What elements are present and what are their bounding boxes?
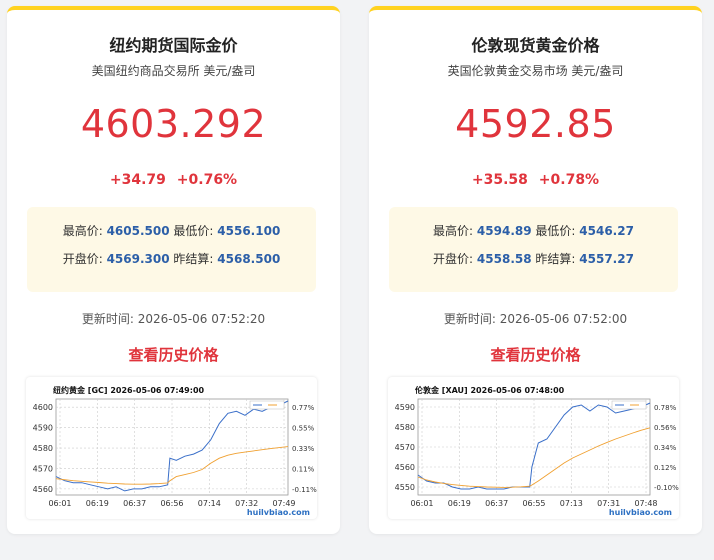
y2-tick-label: 0.33% — [292, 445, 315, 453]
card-london-gold: 伦敦现货黄金价格 英国伦敦黄金交易市场 美元/盎司 4592.85 +35.58… — [369, 6, 702, 534]
y-tick-label: 4570 — [33, 464, 53, 473]
x-tick-label: 07:14 — [198, 499, 221, 508]
y-tick-label: 4550 — [395, 483, 415, 492]
y-tick-label: 4570 — [395, 443, 415, 452]
view-history-link[interactable]: 查看历史价格 — [369, 344, 702, 365]
x-tick-label: 06:01 — [410, 499, 433, 508]
price-stats-box: 最高价: 4594.89 最低价: 4546.27 开盘价: 4558.58 昨… — [389, 207, 678, 292]
y-tick-label: 4580 — [395, 423, 415, 432]
chart-title: 纽约黄金 [GC] 2026-05-06 07:49:00 — [53, 385, 205, 395]
low-value: 4546.27 — [579, 224, 634, 238]
x-tick-label: 07:49 — [272, 499, 295, 508]
stats-row-high-low: 最高价: 4605.500 最低价: 4556.100 — [27, 222, 316, 239]
prev-settle-value: 4557.27 — [579, 252, 634, 266]
y-tick-label: 4560 — [33, 485, 53, 494]
x-tick-label: 06:01 — [48, 499, 71, 508]
high-label: 最高价: — [433, 224, 474, 238]
change-absolute: +34.79 — [109, 172, 166, 188]
y-tick-label: 4590 — [33, 424, 53, 433]
prev-settle-value: 4568.500 — [217, 252, 281, 266]
open-value: 4569.300 — [106, 252, 170, 266]
card-title: 伦敦现货黄金价格 — [471, 36, 600, 55]
y2-tick-label: 0.56% — [654, 424, 677, 432]
high-value: 4605.500 — [106, 224, 170, 238]
low-value: 4556.100 — [217, 224, 281, 238]
update-time: 更新时间: 2026-05-06 07:52:20 — [81, 312, 266, 326]
y-tick-label: 4590 — [395, 403, 415, 412]
y2-tick-label: 0.77% — [292, 404, 315, 412]
prev-settle-label: 昨结算: — [173, 252, 214, 266]
y-tick-label: 4600 — [33, 403, 53, 412]
prev-settle-label: 昨结算: — [535, 252, 576, 266]
card-subtitle: 美国纽约商品交易所 美元/盎司 — [91, 64, 256, 78]
y2-tick-label: -0.10% — [654, 484, 679, 492]
y-tick-label: 4580 — [33, 444, 53, 453]
card-nymex-gold: 纽约期货国际金价 美国纽约商品交易所 美元/盎司 4603.292 +34.79… — [7, 6, 340, 534]
card-subtitle: 英国伦敦黄金交易市场 美元/盎司 — [447, 64, 624, 78]
x-tick-label: 07:31 — [597, 499, 620, 508]
y2-tick-label: 0.34% — [654, 444, 677, 452]
high-label: 最高价: — [62, 224, 103, 238]
x-tick-label: 07:48 — [634, 499, 657, 508]
price-stats-box: 最高价: 4605.500 最低价: 4556.100 开盘价: 4569.30… — [27, 207, 316, 292]
price-change: +35.58 +0.78% — [369, 172, 702, 188]
high-value: 4594.89 — [476, 224, 532, 238]
card-title: 纽约期货国际金价 — [109, 36, 238, 55]
open-label: 开盘价: — [62, 252, 103, 266]
chart-svg: 纽约黄金 [GC] 2026-05-06 07:49:00 huilvbiao.… — [33, 385, 317, 517]
x-tick-label: 06:19 — [86, 499, 109, 508]
chart-watermark: huilvbiao.com — [247, 508, 310, 517]
view-history-link[interactable]: 查看历史价格 — [7, 344, 340, 365]
update-time: 更新时间: 2026-05-06 07:52:00 — [443, 312, 628, 326]
current-price: 4592.85 — [455, 102, 616, 146]
y2-tick-label: -0.11% — [292, 486, 317, 494]
change-absolute: +35.58 — [471, 172, 528, 188]
y2-tick-label: 0.12% — [654, 464, 677, 472]
stats-row-open-prev: 开盘价: 4558.58 昨结算: 4557.27 — [389, 250, 678, 267]
y2-tick-label: 0.11% — [292, 465, 315, 473]
change-percent: +0.76% — [176, 172, 238, 188]
y-tick-label: 4560 — [395, 463, 415, 472]
y2-tick-label: 0.55% — [292, 425, 315, 433]
intraday-chart[interactable]: 伦敦金 [XAU] 2026-05-06 07:48:00 huilvbiao.… — [388, 377, 679, 519]
low-label: 最低价: — [535, 224, 576, 238]
x-tick-label: 07:32 — [235, 499, 258, 508]
low-label: 最低价: — [173, 224, 214, 238]
open-value: 4558.58 — [476, 252, 532, 266]
x-tick-label: 06:56 — [160, 499, 183, 508]
chart-svg: 伦敦金 [XAU] 2026-05-06 07:48:00 huilvbiao.… — [395, 385, 679, 517]
x-tick-label: 06:19 — [448, 499, 471, 508]
current-price: 4603.292 — [80, 102, 267, 146]
chart-title: 伦敦金 [XAU] 2026-05-06 07:48:00 — [415, 385, 565, 395]
x-tick-label: 07:13 — [560, 499, 583, 508]
price-change: +34.79 +0.76% — [7, 172, 340, 188]
open-label: 开盘价: — [433, 252, 474, 266]
x-tick-label: 06:37 — [485, 499, 508, 508]
stats-row-open-prev: 开盘价: 4569.300 昨结算: 4568.500 — [27, 250, 316, 267]
y2-tick-label: 0.78% — [654, 404, 677, 412]
chart-watermark: huilvbiao.com — [609, 508, 672, 517]
x-tick-label: 06:55 — [522, 499, 545, 508]
stats-row-high-low: 最高价: 4594.89 最低价: 4546.27 — [389, 222, 678, 239]
intraday-chart[interactable]: 纽约黄金 [GC] 2026-05-06 07:49:00 huilvbiao.… — [26, 377, 317, 519]
change-percent: +0.78% — [538, 172, 600, 188]
x-tick-label: 06:37 — [123, 499, 146, 508]
